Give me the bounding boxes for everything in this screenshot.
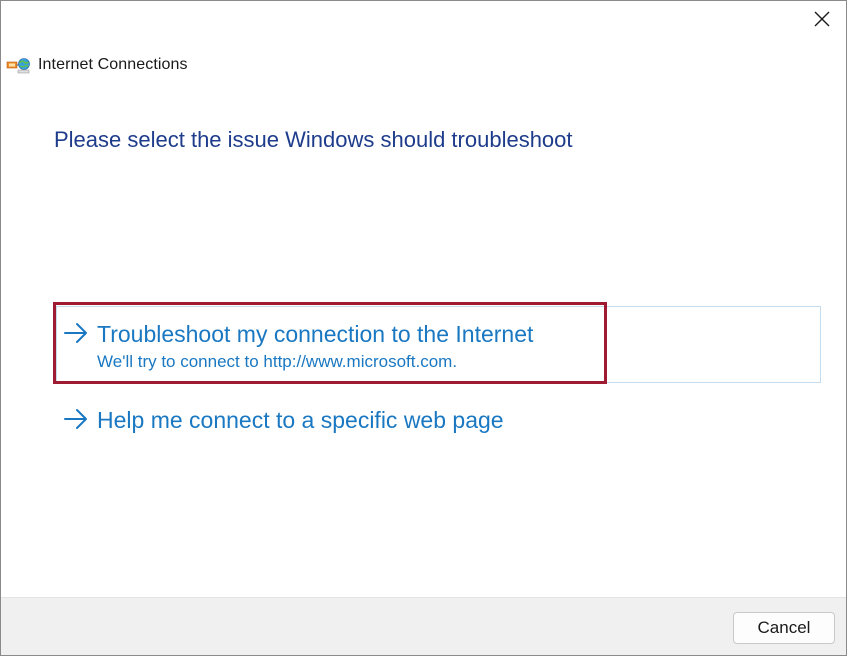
option-title: Troubleshoot my connection to the Intern…	[97, 321, 534, 347]
cancel-button[interactable]: Cancel	[733, 612, 835, 644]
close-button[interactable]	[806, 5, 838, 33]
option-connect-web-page[interactable]: Help me connect to a specific web page	[56, 401, 504, 435]
option-troubleshoot-internet[interactable]: Troubleshoot my connection to the Intern…	[56, 306, 821, 383]
option-title: Help me connect to a specific web page	[97, 407, 504, 433]
arrow-right-icon	[64, 323, 87, 343]
close-icon	[814, 11, 830, 27]
troubleshooter-dialog: Internet Connections Please select the i…	[0, 0, 847, 656]
title-bar: Internet Connections	[6, 53, 188, 77]
page-heading: Please select the issue Windows should t…	[54, 127, 573, 152]
window-title: Internet Connections	[38, 56, 188, 73]
network-troubleshooter-icon	[6, 58, 30, 74]
arrow-right-icon	[64, 409, 87, 429]
dialog-footer: Cancel	[1, 597, 846, 655]
option-description: We'll try to connect to http://www.micro…	[97, 352, 458, 371]
